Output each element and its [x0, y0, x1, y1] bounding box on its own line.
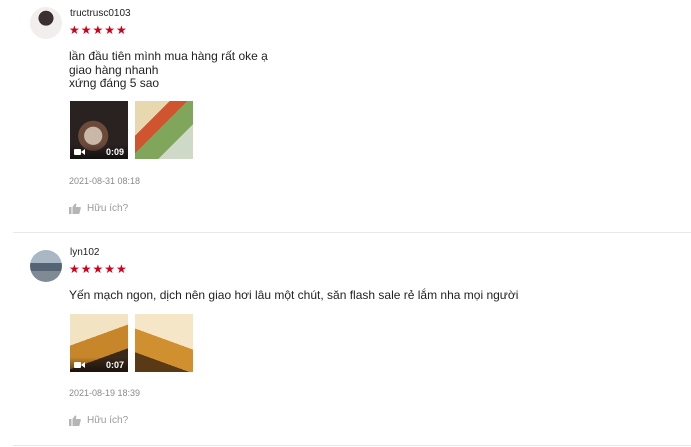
review-item: tructrusc0103 ★★★★★ lần đầu tiên mình mu… — [0, 0, 691, 233]
review-timestamp: 2021-08-31 08:18 — [69, 176, 141, 186]
review-media: 0:07 — [70, 314, 193, 372]
avatar[interactable] — [30, 250, 62, 282]
comment-line: Yến mạch ngon, dịch nên giao hơi lâu một… — [69, 288, 519, 302]
review-comment: Yến mạch ngon, dịch nên giao hơi lâu một… — [69, 288, 519, 303]
avatar[interactable] — [30, 7, 62, 39]
video-duration: 0:09 — [105, 146, 124, 157]
helpful-label: Hữu ích? — [87, 203, 129, 214]
video-camera-icon — [74, 361, 85, 369]
reviewer-username[interactable]: lyn102 — [70, 247, 99, 258]
comment-line: lần đầu tiên mình mua hàng rất oke ạ — [69, 49, 268, 63]
comment-line: xứng đáng 5 sao — [69, 76, 160, 90]
thumb-up-icon — [69, 203, 81, 214]
rating-stars: ★★★★★ — [69, 23, 128, 37]
image-thumbnail[interactable] — [135, 314, 193, 372]
divider — [13, 445, 691, 446]
video-camera-icon — [74, 148, 85, 156]
review-item: lyn102 ★★★★★ Yến mạch ngon, dịch nên gia… — [0, 234, 691, 446]
video-overlay: 0:07 — [70, 357, 128, 372]
thumb-up-icon — [69, 415, 81, 426]
video-thumbnail[interactable]: 0:07 — [70, 314, 128, 372]
rating-stars: ★★★★★ — [69, 262, 128, 276]
helpful-label: Hữu ích? — [87, 415, 129, 426]
review-media: 0:09 — [70, 101, 193, 159]
review-comment: lần đầu tiên mình mua hàng rất oke ạ gia… — [69, 49, 268, 91]
divider — [13, 232, 691, 233]
video-overlay: 0:09 — [70, 144, 128, 159]
video-duration: 0:07 — [105, 359, 124, 370]
helpful-button[interactable]: Hữu ích? — [69, 203, 128, 214]
comment-line: giao hàng nhanh — [69, 62, 159, 77]
reviewer-username[interactable]: tructrusc0103 — [70, 8, 131, 19]
image-thumbnail[interactable] — [135, 101, 193, 159]
helpful-button[interactable]: Hữu ích? — [69, 415, 128, 426]
review-timestamp: 2021-08-19 18:39 — [69, 388, 141, 398]
video-thumbnail[interactable]: 0:09 — [70, 101, 128, 159]
